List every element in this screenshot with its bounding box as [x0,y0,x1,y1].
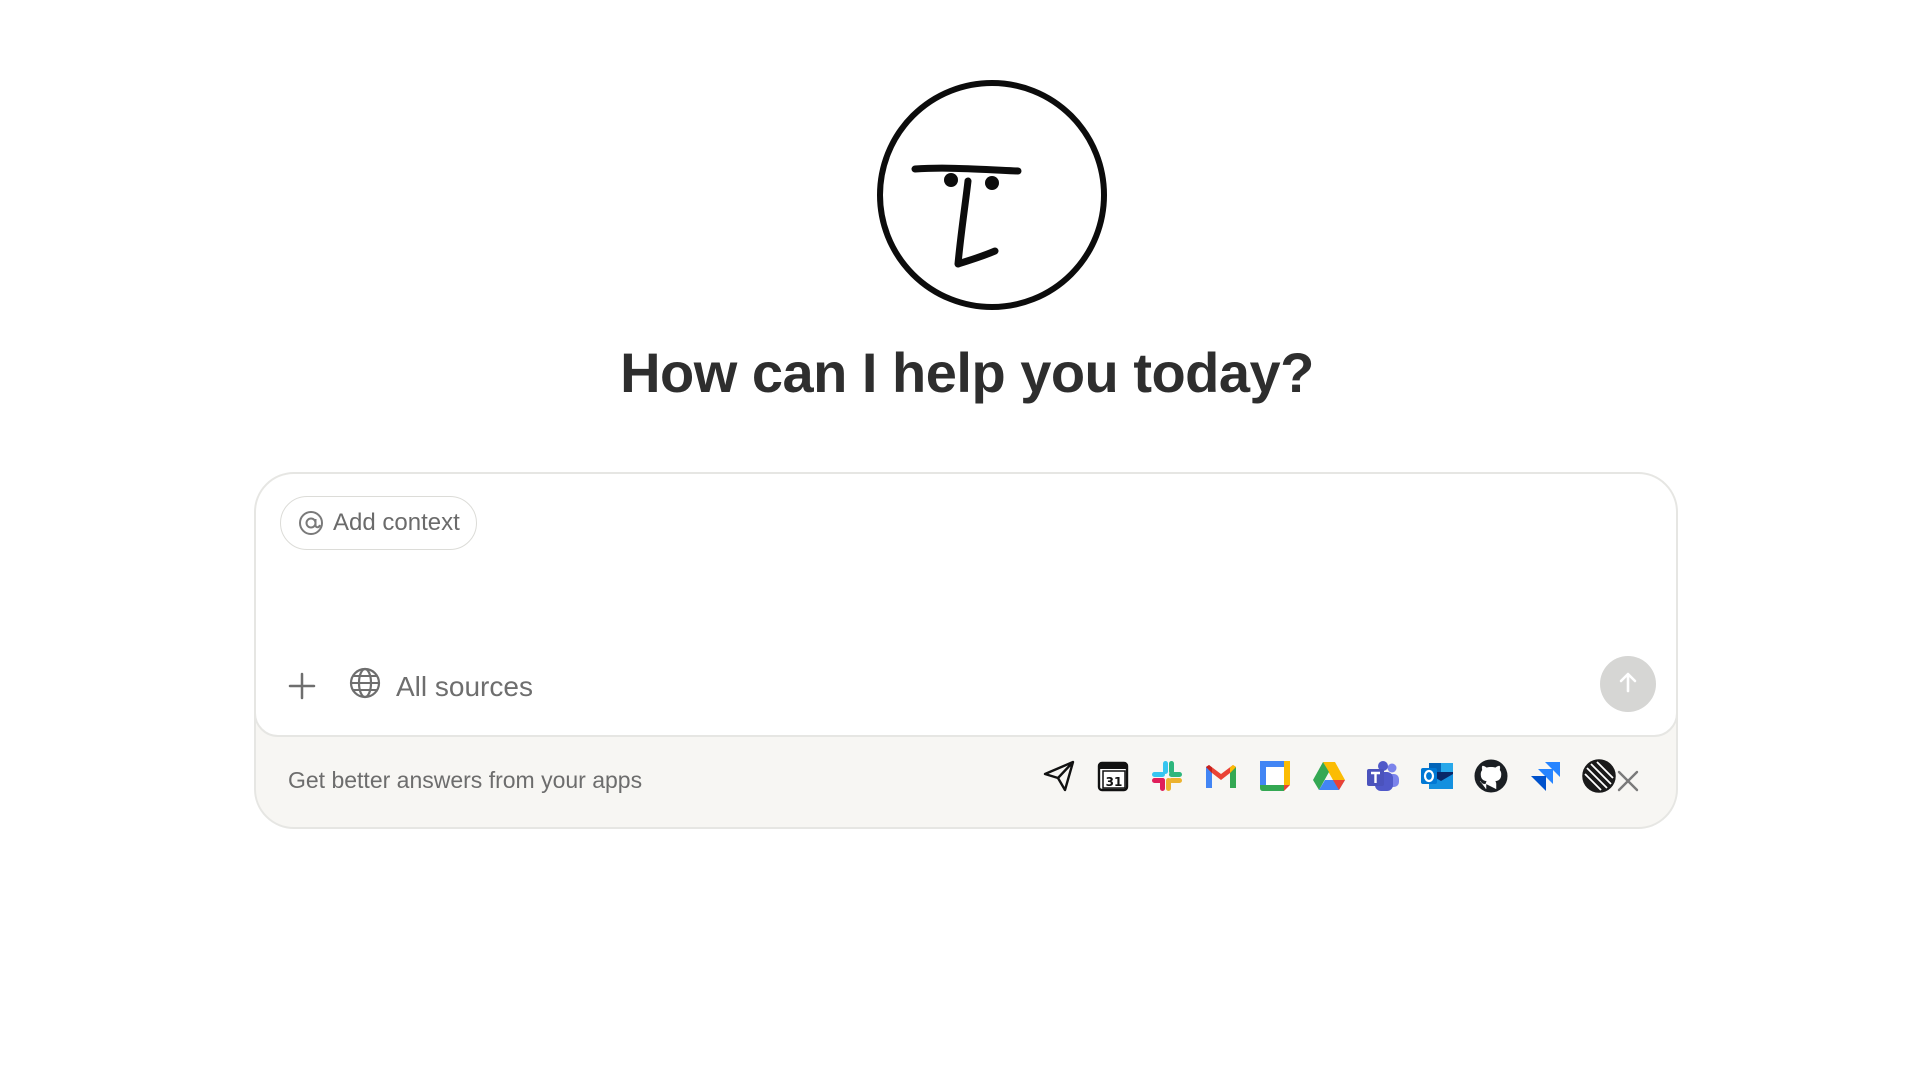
notion-ai-face-icon [875,77,1110,312]
send-icon[interactable] [1040,757,1078,795]
notion-calendar-icon[interactable]: 31 [1094,757,1132,795]
prompt-input-area[interactable]: Add context All sources [256,474,1676,737]
composer: Add context All sources Get better answe… [254,472,1678,829]
close-icon[interactable] [1610,763,1646,799]
gmail-icon[interactable] [1202,757,1240,795]
jira-icon[interactable] [1526,757,1564,795]
microsoft-teams-icon[interactable] [1364,757,1402,795]
page: How can I help you today? Add context Al… [0,0,1920,1080]
arrow-up-icon [1615,669,1641,700]
app-icons-list: 31 [1040,757,1618,795]
google-calendar-icon[interactable] [1256,757,1294,795]
github-icon[interactable] [1472,757,1510,795]
plus-icon[interactable] [284,668,320,704]
google-drive-icon[interactable] [1310,757,1348,795]
at-sign-icon [297,509,325,537]
add-context-label: Add context [333,509,460,536]
slack-icon[interactable] [1148,757,1186,795]
outlook-icon[interactable] [1418,757,1456,795]
globe-icon [348,666,382,707]
all-sources-label: All sources [396,670,533,702]
svg-text:31: 31 [1106,775,1123,789]
apps-connect-bar: Get better answers from your apps 31 [256,737,1676,827]
all-sources-button[interactable]: All sources [348,666,533,707]
apps-bar-text[interactable]: Get better answers from your apps [288,767,642,794]
add-context-button[interactable]: Add context [280,496,477,550]
send-button[interactable] [1600,656,1656,712]
page-title: How can I help you today? [620,341,1314,404]
